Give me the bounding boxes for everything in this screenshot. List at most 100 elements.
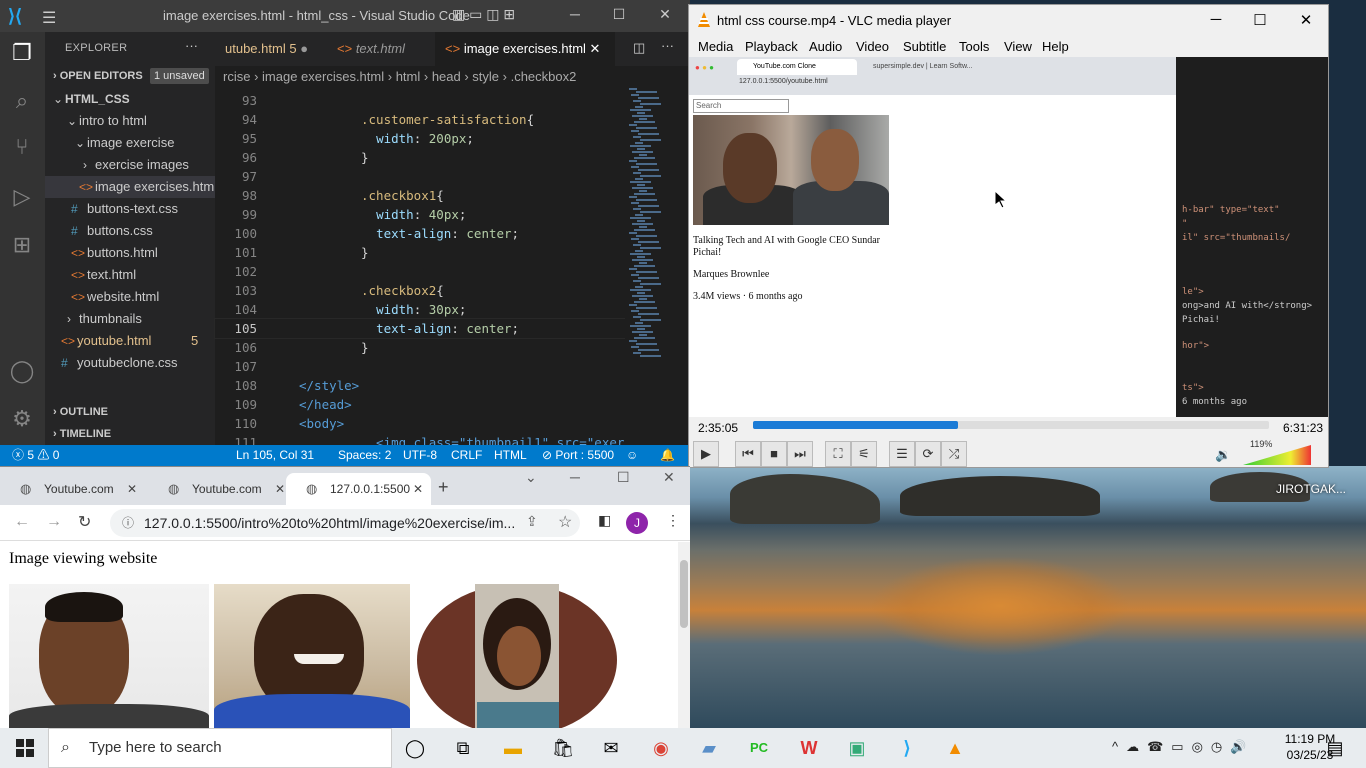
extensions-icon[interactable]: ⊞ <box>8 232 36 260</box>
loop-button[interactable]: ⟳ <box>915 441 941 467</box>
code-line[interactable]: 101} <box>215 243 625 262</box>
code-line[interactable]: 104 width: 30px; <box>215 300 625 319</box>
extended-settings-button[interactable]: ⚟ <box>851 441 877 467</box>
tree-item[interactable]: # buttons-text.css <box>45 198 215 220</box>
code-line[interactable]: 94 .customer-satisfaction{ <box>215 110 625 129</box>
task-view-icon[interactable]: ⧉ <box>448 734 478 762</box>
feedback-icon[interactable]: ☺ <box>626 445 638 466</box>
live-server-port[interactable]: ⊘ Port : 5500 <box>542 445 614 466</box>
vlc-taskbar-icon[interactable]: ▲ <box>940 734 970 762</box>
taskbar-search[interactable]: ⌕ Type here to search <box>48 728 392 768</box>
previous-button[interactable]: ⏮ <box>735 441 761 467</box>
code-line[interactable]: 105 text-align: center; <box>214 318 626 339</box>
menu-icon[interactable]: ☰ <box>42 8 56 28</box>
vlc-menu-view[interactable]: View <box>1004 39 1032 54</box>
store-icon[interactable]: 🛍 <box>548 734 578 762</box>
vlc-menu-tools[interactable]: Tools <box>959 39 989 54</box>
code-line[interactable]: 106} <box>215 338 625 357</box>
code-line[interactable]: 110 <body> <box>215 414 625 433</box>
close-tab-icon[interactable]: ✕ <box>413 473 423 505</box>
source-control-icon[interactable]: ⑂ <box>8 134 36 162</box>
code-line[interactable]: 102 <box>215 262 625 281</box>
new-tab-button[interactable]: + <box>438 477 449 498</box>
run-debug-icon[interactable]: ▷ <box>8 184 36 212</box>
maximize-button[interactable]: ☐ <box>617 469 630 486</box>
settings-gear-icon[interactable]: ⚙ <box>8 406 36 434</box>
encoding[interactable]: UTF-8 <box>403 445 437 466</box>
maximize-button[interactable]: ☐ <box>604 6 634 23</box>
timeline-section[interactable]: › TIMELINE <box>53 428 111 440</box>
code-line[interactable]: 99 width: 40px; <box>215 205 625 224</box>
layout-icon[interactable]: ▥ ▭ ◫ ⊞ <box>452 6 515 23</box>
explorer-icon[interactable]: ❐ <box>8 40 36 68</box>
indentation[interactable]: Spaces: 2 <box>338 445 391 466</box>
breadcrumb-item[interactable]: .checkbox2 <box>511 69 577 84</box>
file-explorer-icon[interactable]: ▬ <box>498 734 528 762</box>
scrollbar[interactable] <box>678 542 690 729</box>
tree-item[interactable]: <> buttons.html <box>45 242 215 264</box>
tree-item[interactable]: ⌄ intro to html <box>45 110 215 132</box>
chrome-tab[interactable]: ◍ 127.0.0.1:5500 ✕ <box>286 473 431 505</box>
code-line[interactable]: 95 width: 200px; <box>215 129 625 148</box>
next-button[interactable]: ⏭ <box>787 441 813 467</box>
tab-text-html[interactable]: <> text.html <box>327 32 447 66</box>
tree-item[interactable]: <> youtube.html 5 <box>45 330 215 352</box>
vlc-menu-video[interactable]: Video <box>856 39 889 54</box>
tab-youtube-html[interactable]: utube.html 5 ● <box>215 32 315 66</box>
cursor-position[interactable]: Ln 105, Col 31 <box>236 445 314 466</box>
vlc-menu-help[interactable]: Help <box>1042 39 1069 54</box>
tree-item[interactable]: # buttons.css <box>45 220 215 242</box>
tree-item[interactable]: › thumbnails <box>45 308 215 330</box>
tree-item[interactable]: <> text.html <box>45 264 215 286</box>
minimize-button[interactable]: ─ <box>560 6 590 22</box>
close-tab-icon[interactable]: ✕ <box>127 473 137 505</box>
breadcrumb-item[interactable]: rcise <box>223 69 250 84</box>
play-button[interactable]: ▶ <box>693 441 719 467</box>
share-icon[interactable]: ⇪ <box>526 513 538 530</box>
language-mode[interactable]: HTML <box>494 445 527 466</box>
scrollbar-thumb[interactable] <box>680 560 688 628</box>
desktop-icon-label[interactable]: JIROTGAK... <box>1276 482 1346 496</box>
video-frame[interactable]: ● ● ● YouTube.com Clone supersimple.dev … <box>689 57 1328 417</box>
cortana-icon[interactable]: ◯ <box>400 734 430 762</box>
code-line[interactable]: 109 </head> <box>215 395 625 414</box>
side-panel-icon[interactable]: ◧ <box>598 512 611 529</box>
outline-section[interactable]: › OUTLINE <box>53 406 108 418</box>
volume-icon[interactable]: 🔉 <box>1215 447 1231 463</box>
windows-start-icon[interactable] <box>10 734 40 762</box>
more-actions-icon[interactable]: ··· <box>185 38 198 53</box>
search-icon[interactable]: ⌕ <box>8 88 36 116</box>
pycharm-icon[interactable]: PC <box>744 734 774 762</box>
split-editor-icon[interactable]: ◫ <box>633 40 645 56</box>
tree-item[interactable]: <> image exercises.html <box>45 176 217 198</box>
address-bar[interactable]: ⓘ 127.0.0.1:5500/intro%20to%20html/image… <box>110 509 580 537</box>
fullscreen-button[interactable]: ⛶ <box>825 441 851 467</box>
seek-bar[interactable] <box>753 421 1269 429</box>
code-line[interactable]: 96} <box>215 148 625 167</box>
forward-icon[interactable]: → <box>46 513 62 531</box>
tree-item[interactable]: ⌄ image exercise <box>45 132 215 154</box>
site-info-icon[interactable]: ⓘ <box>122 509 134 537</box>
tab-image-exercises[interactable]: <> image exercises.html ✕ <box>435 32 615 66</box>
breadcrumb-item[interactable]: style <box>472 69 499 84</box>
chrome-tab[interactable]: ◍ Youtube.com ✕ <box>0 473 145 505</box>
close-tab-icon[interactable]: ✕ <box>275 473 285 505</box>
tree-item[interactable]: # youtubeclone.css <box>45 352 215 374</box>
code-line[interactable]: 97 <box>215 167 625 186</box>
minimize-button[interactable]: ─ <box>570 469 580 485</box>
mail-icon[interactable]: ✉ <box>596 734 626 762</box>
profile-avatar[interactable]: J <box>626 512 648 534</box>
code-line[interactable]: 93 <box>215 91 625 110</box>
bookmark-star-icon[interactable]: ☆ <box>558 512 572 532</box>
tree-item[interactable]: › exercise images <box>45 154 215 176</box>
close-button[interactable]: ✕ <box>650 6 680 23</box>
chevron-down-icon[interactable]: ⌄ <box>525 469 537 486</box>
vlc-menu-audio[interactable]: Audio <box>809 39 842 54</box>
vlc-menu-media[interactable]: Media <box>698 39 733 54</box>
breadcrumb-item[interactable]: html <box>396 69 421 84</box>
back-icon[interactable]: ← <box>14 513 30 531</box>
line-ending[interactable]: CRLF <box>451 445 482 466</box>
chrome-tab[interactable]: ◍ Youtube.com ✕ <box>148 473 293 505</box>
system-tray-icons[interactable]: ^☁☎▭◎◷🔊 <box>1112 739 1254 755</box>
control-panel-icon[interactable]: ▣ <box>842 734 872 762</box>
